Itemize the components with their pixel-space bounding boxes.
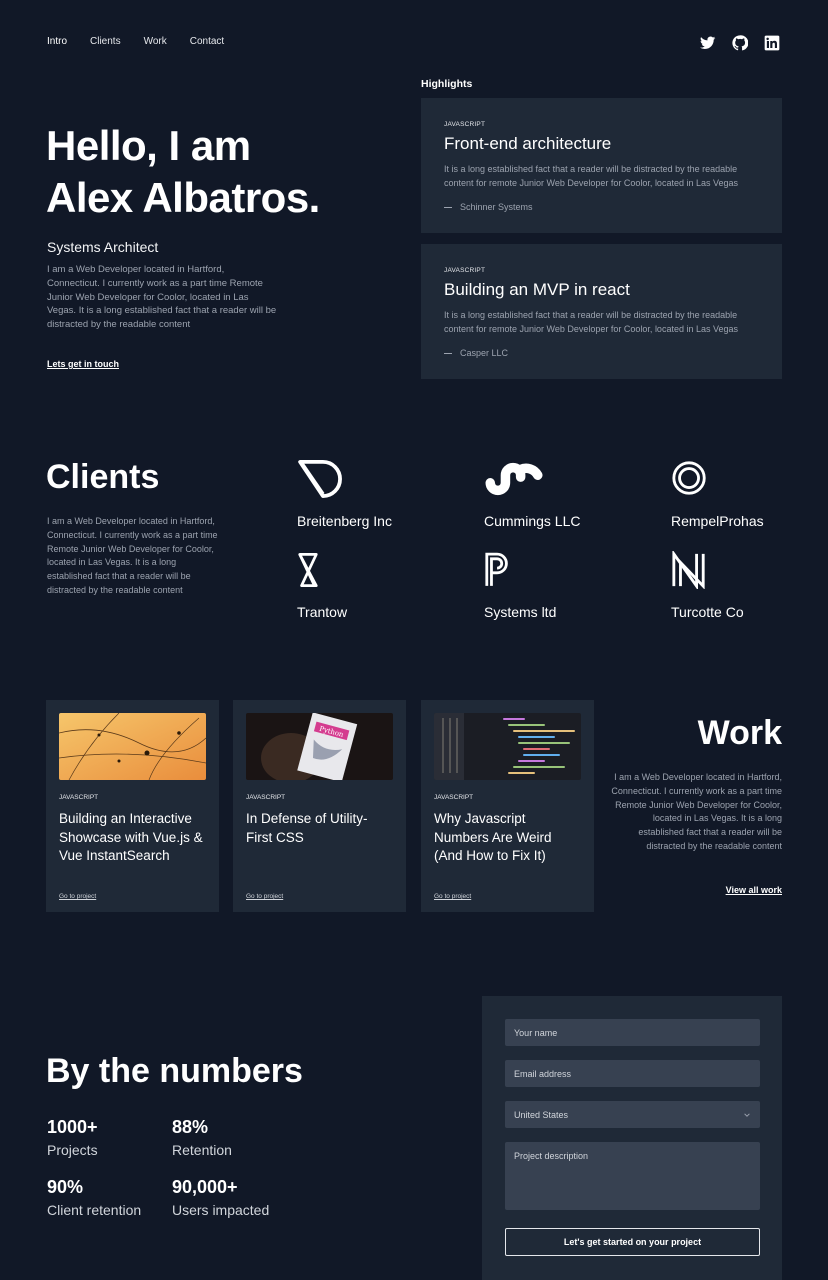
- name-placeholder: Your name: [514, 1027, 558, 1038]
- work-title: In Defense of Utility-First CSS: [246, 811, 368, 845]
- name-field[interactable]: Your name: [505, 1019, 760, 1046]
- stat-label: Retention: [172, 1142, 232, 1158]
- highlight-tag: JAVASCRIPT: [444, 267, 486, 274]
- highlight-company: Casper LLC: [444, 348, 759, 358]
- main-nav: Intro Clients Work Contact: [47, 36, 224, 47]
- submit-button[interactable]: Let's get started on your project: [505, 1228, 760, 1256]
- stat-client-retention: 90% Client retention: [47, 1177, 141, 1218]
- go-to-project-link[interactable]: Go to project: [59, 893, 96, 900]
- client-name: Turcotte Co: [671, 604, 744, 620]
- highlights-heading: Highlights: [421, 78, 473, 90]
- numbers-heading: By the numbers: [46, 1052, 303, 1090]
- stat-value: 88%: [172, 1117, 209, 1137]
- work-tag: JAVASCRIPT: [434, 794, 474, 801]
- rempelprohas-logo-icon: [671, 460, 828, 500]
- nav-item-contact[interactable]: Contact: [190, 36, 224, 47]
- dash-icon: [444, 352, 452, 354]
- stat-projects: 1000+ Projects: [47, 1117, 98, 1158]
- twitter-icon[interactable]: [700, 35, 716, 51]
- dewdrop-web-photo: [59, 713, 206, 780]
- client-trantow: Trantow: [297, 551, 457, 620]
- clients-heading: Clients: [46, 458, 160, 496]
- trantow-logo-icon: [297, 551, 457, 591]
- work-card[interactable]: JAVASCRIPT Why Javascript Numbers Are We…: [421, 700, 594, 912]
- client-breitenberg: Breitenberg Inc: [297, 460, 457, 529]
- client-name: Trantow: [297, 604, 348, 620]
- social-links: [700, 35, 780, 51]
- view-all-work-link[interactable]: View all work: [726, 885, 782, 895]
- hero-title: Hello, I am Alex Albatros.: [46, 120, 406, 224]
- work-description: I am a Web Developer located in Hartford…: [611, 772, 782, 851]
- go-to-project-link[interactable]: Go to project: [246, 893, 283, 900]
- stat-value: 1000+: [47, 1117, 98, 1137]
- highlight-company-name: Casper LLC: [460, 348, 509, 358]
- client-name: Systems ltd: [484, 604, 557, 620]
- work-tag: JAVASCRIPT: [59, 794, 99, 801]
- linkedin-icon[interactable]: [764, 35, 780, 51]
- get-in-touch-link[interactable]: Lets get in touch: [47, 359, 119, 369]
- nav-item-intro[interactable]: Intro: [47, 36, 67, 47]
- dash-icon: [444, 206, 452, 208]
- hero-title-line2: Alex Albatros.: [46, 174, 320, 221]
- nav-item-work[interactable]: Work: [144, 36, 167, 47]
- work-title: Why Javascript Numbers Are Weird (And Ho…: [434, 811, 552, 863]
- work-card[interactable]: JAVASCRIPT Building an Interactive Showc…: [46, 700, 219, 912]
- work-tag: JAVASCRIPT: [246, 794, 286, 801]
- hero-title-line1: Hello, I am: [46, 122, 251, 169]
- stat-users-impacted: 90,000+ Users impacted: [172, 1177, 269, 1218]
- project-description-field[interactable]: Project description: [505, 1142, 760, 1210]
- clients-description: I am a Web Developer located in Hartford…: [47, 516, 218, 595]
- highlight-tag: JAVASCRIPT: [444, 121, 486, 128]
- go-to-project-link[interactable]: Go to project: [434, 893, 471, 900]
- highlight-text: It is a long established fact that a rea…: [444, 310, 738, 334]
- stat-label: Projects: [47, 1142, 98, 1158]
- cummings-logo-icon: [484, 460, 644, 500]
- work-heading: Work: [697, 714, 782, 752]
- country-select[interactable]: United States: [505, 1101, 760, 1128]
- highlight-title: Building an MVP in react: [444, 280, 630, 299]
- client-name: Cummings LLC: [484, 513, 581, 529]
- stat-value: 90,000+: [172, 1177, 238, 1197]
- work-title: Building an Interactive Showcase with Vu…: [59, 811, 203, 863]
- python-book-photo: Python: [246, 713, 393, 780]
- turcotte-logo-icon: [671, 551, 828, 591]
- hero-role: Systems Architect: [47, 239, 159, 255]
- client-name: Breitenberg Inc: [297, 513, 392, 529]
- highlight-text: It is a long established fact that a rea…: [444, 164, 738, 188]
- client-turcotte: Turcotte Co: [671, 551, 828, 620]
- stat-label: Client retention: [47, 1202, 142, 1218]
- breitenberg-logo-icon: [297, 460, 457, 500]
- code-screen-photo: [434, 713, 581, 780]
- stat-value: 90%: [47, 1177, 84, 1197]
- github-icon[interactable]: [732, 35, 748, 51]
- client-rempelprohas: RempelProhas: [671, 460, 828, 529]
- highlight-title: Front-end architecture: [444, 134, 612, 153]
- client-cummings: Cummings LLC: [484, 460, 644, 529]
- contact-form: Your name Email address United States Pr…: [482, 996, 782, 1280]
- nav-item-clients[interactable]: Clients: [90, 36, 121, 47]
- description-placeholder: Project description: [514, 1151, 589, 1161]
- systems-logo-icon: [484, 551, 644, 591]
- email-placeholder: Email address: [514, 1068, 572, 1079]
- client-systems: Systems ltd: [484, 551, 644, 620]
- highlight-company-name: Schinner Systems: [460, 202, 533, 212]
- highlight-card[interactable]: JAVASCRIPT Front-end architecture It is …: [421, 98, 782, 233]
- client-name: RempelProhas: [671, 513, 764, 529]
- highlight-card[interactable]: JAVASCRIPT Building an MVP in react It i…: [421, 244, 782, 379]
- hero-description: I am a Web Developer located in Hartford…: [47, 264, 277, 331]
- country-value: United States: [514, 1109, 569, 1120]
- email-field[interactable]: Email address: [505, 1060, 760, 1087]
- stat-label: Users impacted: [172, 1202, 270, 1218]
- chevron-down-icon: [744, 1112, 750, 1117]
- work-card[interactable]: Python JAVASCRIPT In Defense of Utility-…: [233, 700, 406, 912]
- stat-retention: 88% Retention: [172, 1117, 232, 1158]
- highlight-company: Schinner Systems: [444, 202, 759, 212]
